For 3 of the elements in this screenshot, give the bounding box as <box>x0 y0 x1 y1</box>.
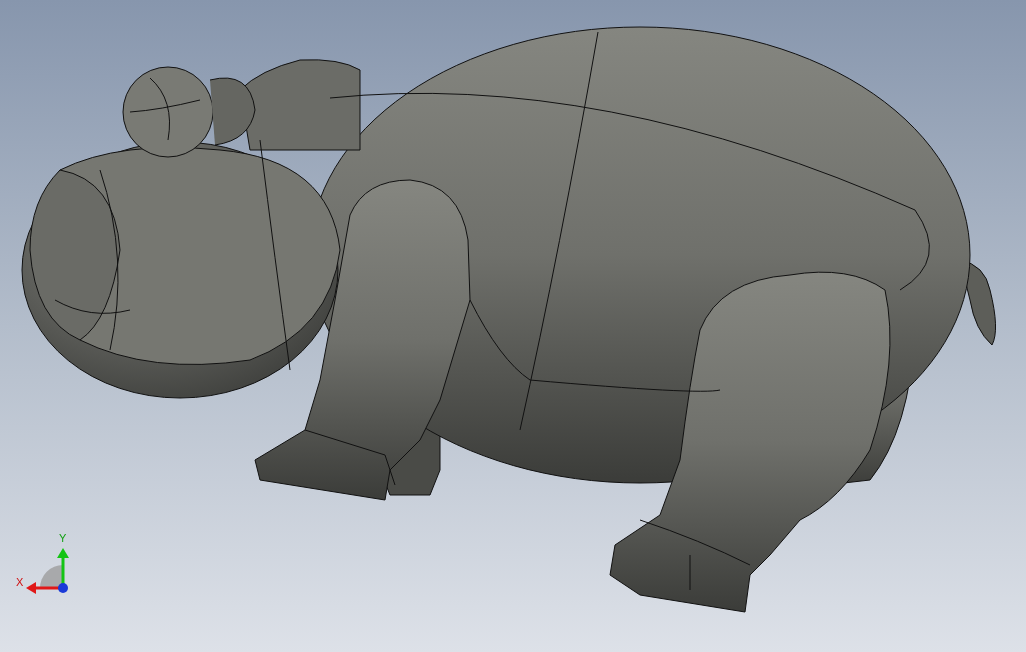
x-axis-label: X <box>16 577 24 588</box>
axis-triad-icon <box>26 548 69 594</box>
y-axis-label: Y <box>59 533 67 544</box>
